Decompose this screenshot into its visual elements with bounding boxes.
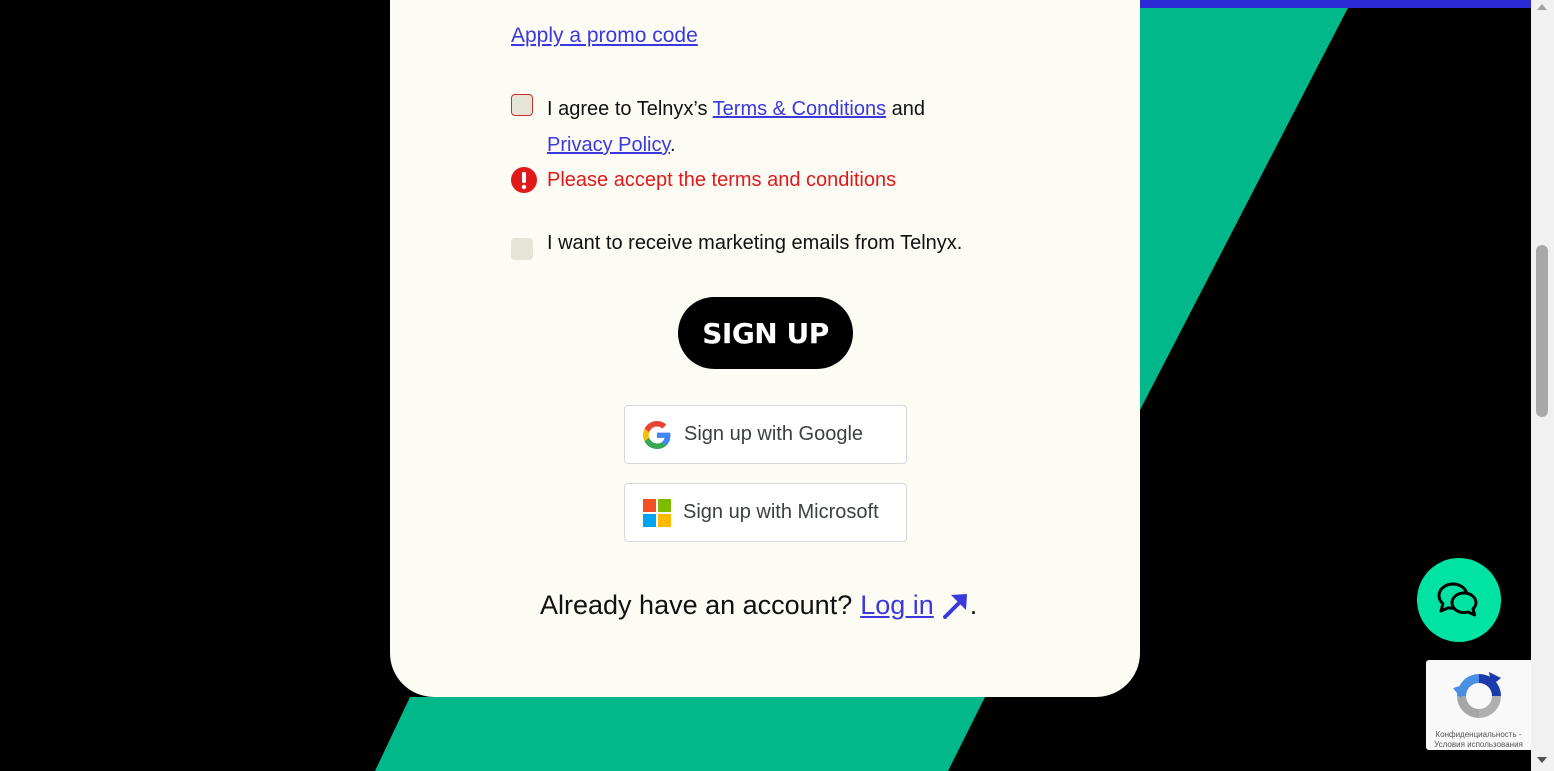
google-button-label: Sign up with Google bbox=[684, 423, 864, 445]
terms-label: I agree to Telnyx’s Terms & Conditions a… bbox=[547, 91, 987, 163]
terms-prefix: I agree to Telnyx’s bbox=[547, 98, 708, 120]
promo-code-link[interactable]: Apply a promo code bbox=[511, 24, 698, 48]
terms-middle: and bbox=[891, 98, 926, 120]
terms-conditions-link[interactable]: Terms & Conditions bbox=[713, 98, 886, 120]
login-suffix: . bbox=[969, 590, 978, 620]
login-prompt: Already have an account? Log in . bbox=[540, 590, 977, 621]
scrollbar-thumb[interactable] bbox=[1536, 245, 1548, 417]
scroll-up-arrow-icon[interactable] bbox=[1537, 4, 1547, 10]
recaptcha-icon bbox=[1453, 672, 1501, 718]
login-link[interactable]: Log in bbox=[860, 590, 934, 621]
scroll-down-arrow-icon[interactable] bbox=[1537, 757, 1547, 763]
google-signup-button[interactable]: Sign up with Google bbox=[624, 405, 907, 464]
vertical-scrollbar[interactable] bbox=[1531, 0, 1554, 771]
terms-checkbox[interactable] bbox=[511, 94, 533, 116]
chat-bubbles-icon bbox=[1437, 582, 1478, 617]
recaptcha-badge[interactable]: Конфиденциальность - Условия использован… bbox=[1426, 660, 1531, 750]
chat-widget-button[interactable] bbox=[1417, 558, 1501, 642]
recaptcha-links[interactable]: Конфиденциальность - Условия использован… bbox=[1426, 730, 1531, 750]
marketing-label: I want to receive marketing emails from … bbox=[547, 232, 963, 254]
google-icon bbox=[643, 420, 671, 449]
error-message: Please accept the terms and conditions bbox=[547, 168, 897, 191]
error-icon bbox=[511, 167, 537, 193]
login-prompt-text: Already have an account? bbox=[540, 590, 853, 620]
sign-up-button[interactable]: SIGN UP bbox=[678, 297, 853, 369]
terms-error: Please accept the terms and conditions bbox=[510, 166, 896, 194]
terms-suffix: . bbox=[670, 134, 676, 156]
microsoft-button-label: Sign up with Microsoft bbox=[683, 501, 879, 523]
microsoft-signup-button[interactable]: Sign up with Microsoft bbox=[624, 483, 907, 542]
arrow-up-right-icon[interactable] bbox=[940, 591, 970, 621]
privacy-policy-link[interactable]: Privacy Policy bbox=[547, 134, 670, 156]
microsoft-icon bbox=[643, 498, 671, 527]
marketing-checkbox[interactable] bbox=[511, 238, 533, 260]
